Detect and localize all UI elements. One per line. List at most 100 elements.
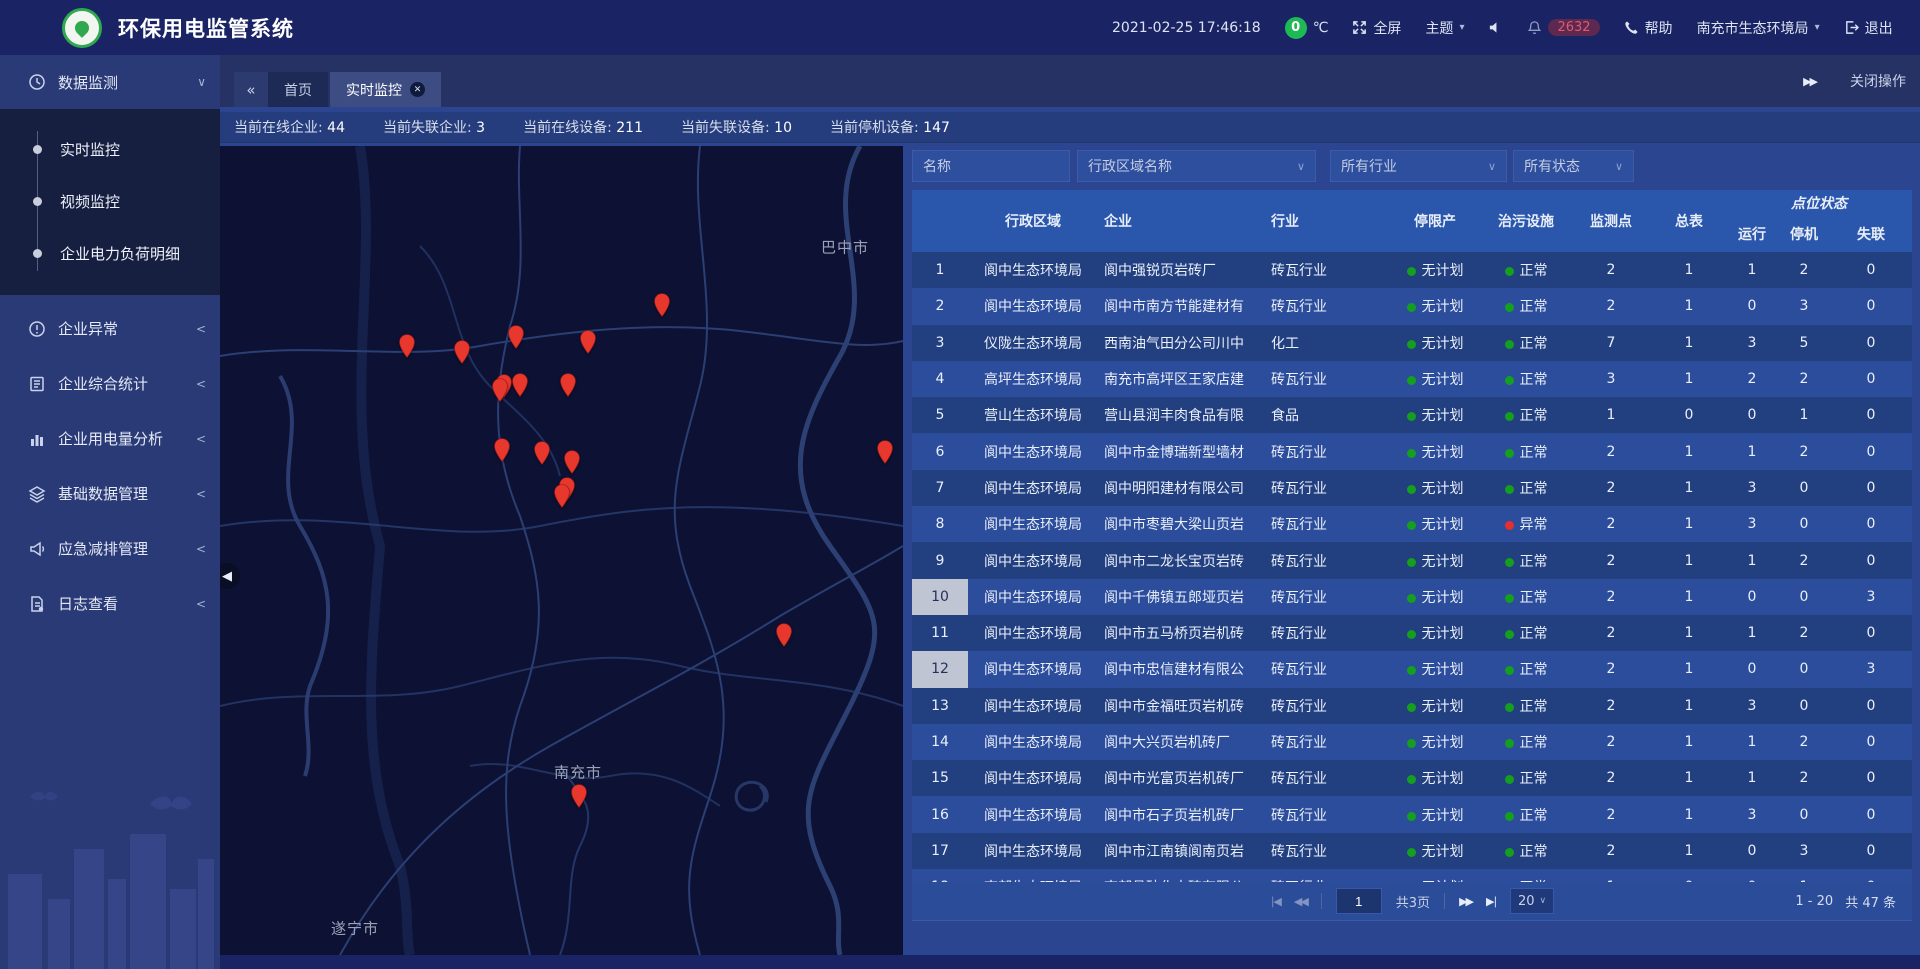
table-row[interactable]: 14阆中生态环境局阆中大兴页岩机砖厂砖瓦行业无计划正常21120 bbox=[912, 724, 1912, 760]
sidebar-subitem-0[interactable]: 实时监控 bbox=[0, 123, 220, 175]
cell-stop-limit: 无计划 bbox=[1388, 688, 1482, 724]
map-pin-icon[interactable] bbox=[877, 440, 894, 464]
page-number-input[interactable] bbox=[1336, 888, 1382, 914]
table-row[interactable]: 8阆中生态环境局阆中市枣碧大梁山页岩砖瓦行业无计划异常21300 bbox=[912, 506, 1912, 542]
cell-running: 1 bbox=[1726, 433, 1778, 469]
table-row[interactable]: 13阆中生态环境局阆中市金福旺页岩机砖砖瓦行业无计划正常21300 bbox=[912, 688, 1912, 724]
sidebar-item-0[interactable]: 数据监测∨ bbox=[0, 55, 220, 109]
map-pin-icon[interactable] bbox=[654, 293, 671, 317]
industry-select[interactable]: 所有行业∨ bbox=[1330, 150, 1507, 182]
col-stop-limit: 停限产 bbox=[1388, 190, 1482, 252]
cell-company: 南部县砂化土砖有限公 bbox=[1098, 869, 1265, 882]
cell-index: 10 bbox=[912, 579, 968, 615]
status-dot-icon bbox=[1407, 775, 1416, 784]
close-operations-button[interactable]: 关闭操作 bbox=[1850, 71, 1906, 91]
sidebar-item-5[interactable]: 应急减排管理< bbox=[0, 521, 220, 576]
map-pin-icon[interactable] bbox=[776, 623, 793, 647]
col-index bbox=[912, 190, 968, 252]
cell-halted: 1 bbox=[1778, 869, 1830, 882]
org-dropdown[interactable]: 南充市生态环境局▾ bbox=[1697, 18, 1820, 38]
map-pin-icon[interactable] bbox=[492, 378, 509, 402]
col-monitor: 监测点 bbox=[1570, 190, 1652, 252]
cell-running: 3 bbox=[1726, 470, 1778, 506]
table-row[interactable]: 2阆中生态环境局阆中市南方节能建材有砖瓦行业无计划正常21030 bbox=[912, 288, 1912, 324]
table-row[interactable]: 7阆中生态环境局阆中明阳建材有限公司砖瓦行业无计划正常21300 bbox=[912, 470, 1912, 506]
table-row[interactable]: 11阆中生态环境局阆中市五马桥页岩机砖砖瓦行业无计划正常21120 bbox=[912, 615, 1912, 651]
map-pin-icon[interactable] bbox=[534, 441, 551, 465]
table-row[interactable]: 3仪陇生态环境局西南油气田分公司川中化工无计划正常71350 bbox=[912, 325, 1912, 361]
cell-monitor: 7 bbox=[1570, 325, 1652, 361]
region-select[interactable]: 行政区域名称∨ bbox=[1077, 150, 1316, 182]
sidebar-item-3[interactable]: 企业用电量分析< bbox=[0, 411, 220, 466]
cell-region: 仪陇生态环境局 bbox=[968, 325, 1098, 361]
map-pin-icon[interactable] bbox=[454, 340, 471, 364]
tabs-scroll-right-button[interactable]: ▶▶ bbox=[1803, 75, 1816, 88]
mute-button[interactable] bbox=[1488, 20, 1503, 35]
cell-lost: 0 bbox=[1830, 833, 1912, 869]
sidebar-item-2[interactable]: 企业综合统计< bbox=[0, 356, 220, 411]
cell-running: 3 bbox=[1726, 506, 1778, 542]
sidebar-item-1[interactable]: 企业异常< bbox=[0, 301, 220, 356]
notifications[interactable]: 2632 bbox=[1527, 19, 1599, 36]
tab-realtime-monitor[interactable]: 实时监控 ✕ bbox=[330, 72, 441, 107]
table-row[interactable]: 17阆中生态环境局阆中市江南镇阆南页岩砖瓦行业无计划正常21030 bbox=[912, 833, 1912, 869]
sidebar-item-label: 企业综合统计 bbox=[58, 373, 196, 394]
sidebar-subitem-2[interactable]: 企业电力负荷明细 bbox=[0, 227, 220, 279]
first-page-button[interactable]: ∣◀ bbox=[1270, 895, 1280, 908]
sidebar-item-4[interactable]: 基础数据管理< bbox=[0, 466, 220, 521]
last-page-button[interactable]: ▶∣ bbox=[1486, 895, 1496, 908]
fullscreen-button[interactable]: 全屏 bbox=[1352, 18, 1401, 38]
cell-halted: 1 bbox=[1778, 397, 1830, 433]
theme-dropdown[interactable]: 主题▾ bbox=[1425, 18, 1464, 38]
map-pin-icon[interactable] bbox=[580, 330, 597, 354]
sidebar-subitem-1[interactable]: 视频监控 bbox=[0, 175, 220, 227]
status-select[interactable]: 所有状态∨ bbox=[1513, 150, 1634, 182]
cell-stop-limit: 无计划 bbox=[1388, 288, 1482, 324]
next-page-button[interactable]: ▶▶ bbox=[1459, 895, 1472, 908]
cell-halted: 2 bbox=[1778, 542, 1830, 578]
tabs-scroll-left-button[interactable]: « bbox=[234, 72, 268, 107]
table-row[interactable]: 10阆中生态环境局阆中千佛镇五郎垭页岩砖瓦行业无计划正常21003 bbox=[912, 579, 1912, 615]
table-row[interactable]: 1阆中生态环境局阆中强锐页岩砖厂砖瓦行业无计划正常21120 bbox=[912, 252, 1912, 288]
name-search-input[interactable]: 名称 bbox=[912, 150, 1070, 182]
table-row[interactable]: 6阆中生态环境局阆中市金博瑞新型墙材砖瓦行业无计划正常21120 bbox=[912, 433, 1912, 469]
cell-stop-limit: 无计划 bbox=[1388, 361, 1482, 397]
map-pin-icon[interactable] bbox=[554, 484, 571, 508]
table-row[interactable]: 9阆中生态环境局阆中市二龙长宝页岩砖砖瓦行业无计划正常21120 bbox=[912, 542, 1912, 578]
notification-count-badge[interactable]: 2632 bbox=[1548, 19, 1599, 36]
map-panel[interactable]: 巴中市南充市遂宁市 ◀ bbox=[220, 146, 903, 955]
map-pin-icon[interactable] bbox=[560, 373, 577, 397]
map-pin-icon[interactable] bbox=[494, 438, 511, 462]
table-row[interactable]: 16阆中生态环境局阆中市石子页岩机砖厂砖瓦行业无计划正常21300 bbox=[912, 796, 1912, 832]
table-row[interactable]: 15阆中生态环境局阆中市光富页岩机砖厂砖瓦行业无计划正常21120 bbox=[912, 760, 1912, 796]
logout-button[interactable]: 退出 bbox=[1844, 18, 1893, 38]
cell-index: 13 bbox=[912, 688, 968, 724]
layers-icon bbox=[28, 485, 46, 503]
table-row[interactable]: 5营山生态环境局营山县润丰肉食品有限食品无计划正常10010 bbox=[912, 397, 1912, 433]
map-pin-icon[interactable] bbox=[564, 450, 581, 474]
cell-industry: 砖瓦行业 bbox=[1265, 288, 1388, 324]
table-row[interactable]: 4高坪生态环境局南充市高坪区王家店建砖瓦行业无计划正常31220 bbox=[912, 361, 1912, 397]
table-row[interactable]: 12阆中生态环境局阆中市忠信建材有限公砖瓦行业无计划正常21003 bbox=[912, 651, 1912, 687]
table-row[interactable]: 18南部生态环境局南部县砂化土砖有限公砖瓦行业无计划正常10010 bbox=[912, 869, 1912, 882]
chevron-left-icon: < bbox=[196, 542, 206, 556]
help-button[interactable]: 帮助 bbox=[1624, 18, 1673, 38]
cell-meter: 1 bbox=[1652, 579, 1726, 615]
close-tab-icon[interactable]: ✕ bbox=[410, 82, 425, 97]
page-size-select[interactable]: 20∨ bbox=[1510, 888, 1554, 914]
map-pin-icon[interactable] bbox=[571, 784, 588, 808]
prev-page-button[interactable]: ◀◀ bbox=[1294, 895, 1307, 908]
map-pin-icon[interactable] bbox=[512, 373, 529, 397]
cell-monitor: 2 bbox=[1570, 796, 1652, 832]
cell-industry: 砖瓦行业 bbox=[1265, 542, 1388, 578]
map-pin-icon[interactable] bbox=[508, 325, 525, 349]
map-pin-icon[interactable] bbox=[399, 334, 416, 358]
cell-halted: 2 bbox=[1778, 760, 1830, 796]
tab-home[interactable]: 首页 bbox=[268, 72, 328, 107]
cell-industry: 砖瓦行业 bbox=[1265, 615, 1388, 651]
cell-company: 阆中市江南镇阆南页岩 bbox=[1098, 833, 1265, 869]
cell-lost: 0 bbox=[1830, 397, 1912, 433]
sidebar-item-label: 应急减排管理 bbox=[58, 538, 196, 559]
sidebar-submenu: 实时监控视频监控企业电力负荷明细 bbox=[0, 109, 220, 295]
sidebar-item-6[interactable]: 日志查看< bbox=[0, 576, 220, 631]
